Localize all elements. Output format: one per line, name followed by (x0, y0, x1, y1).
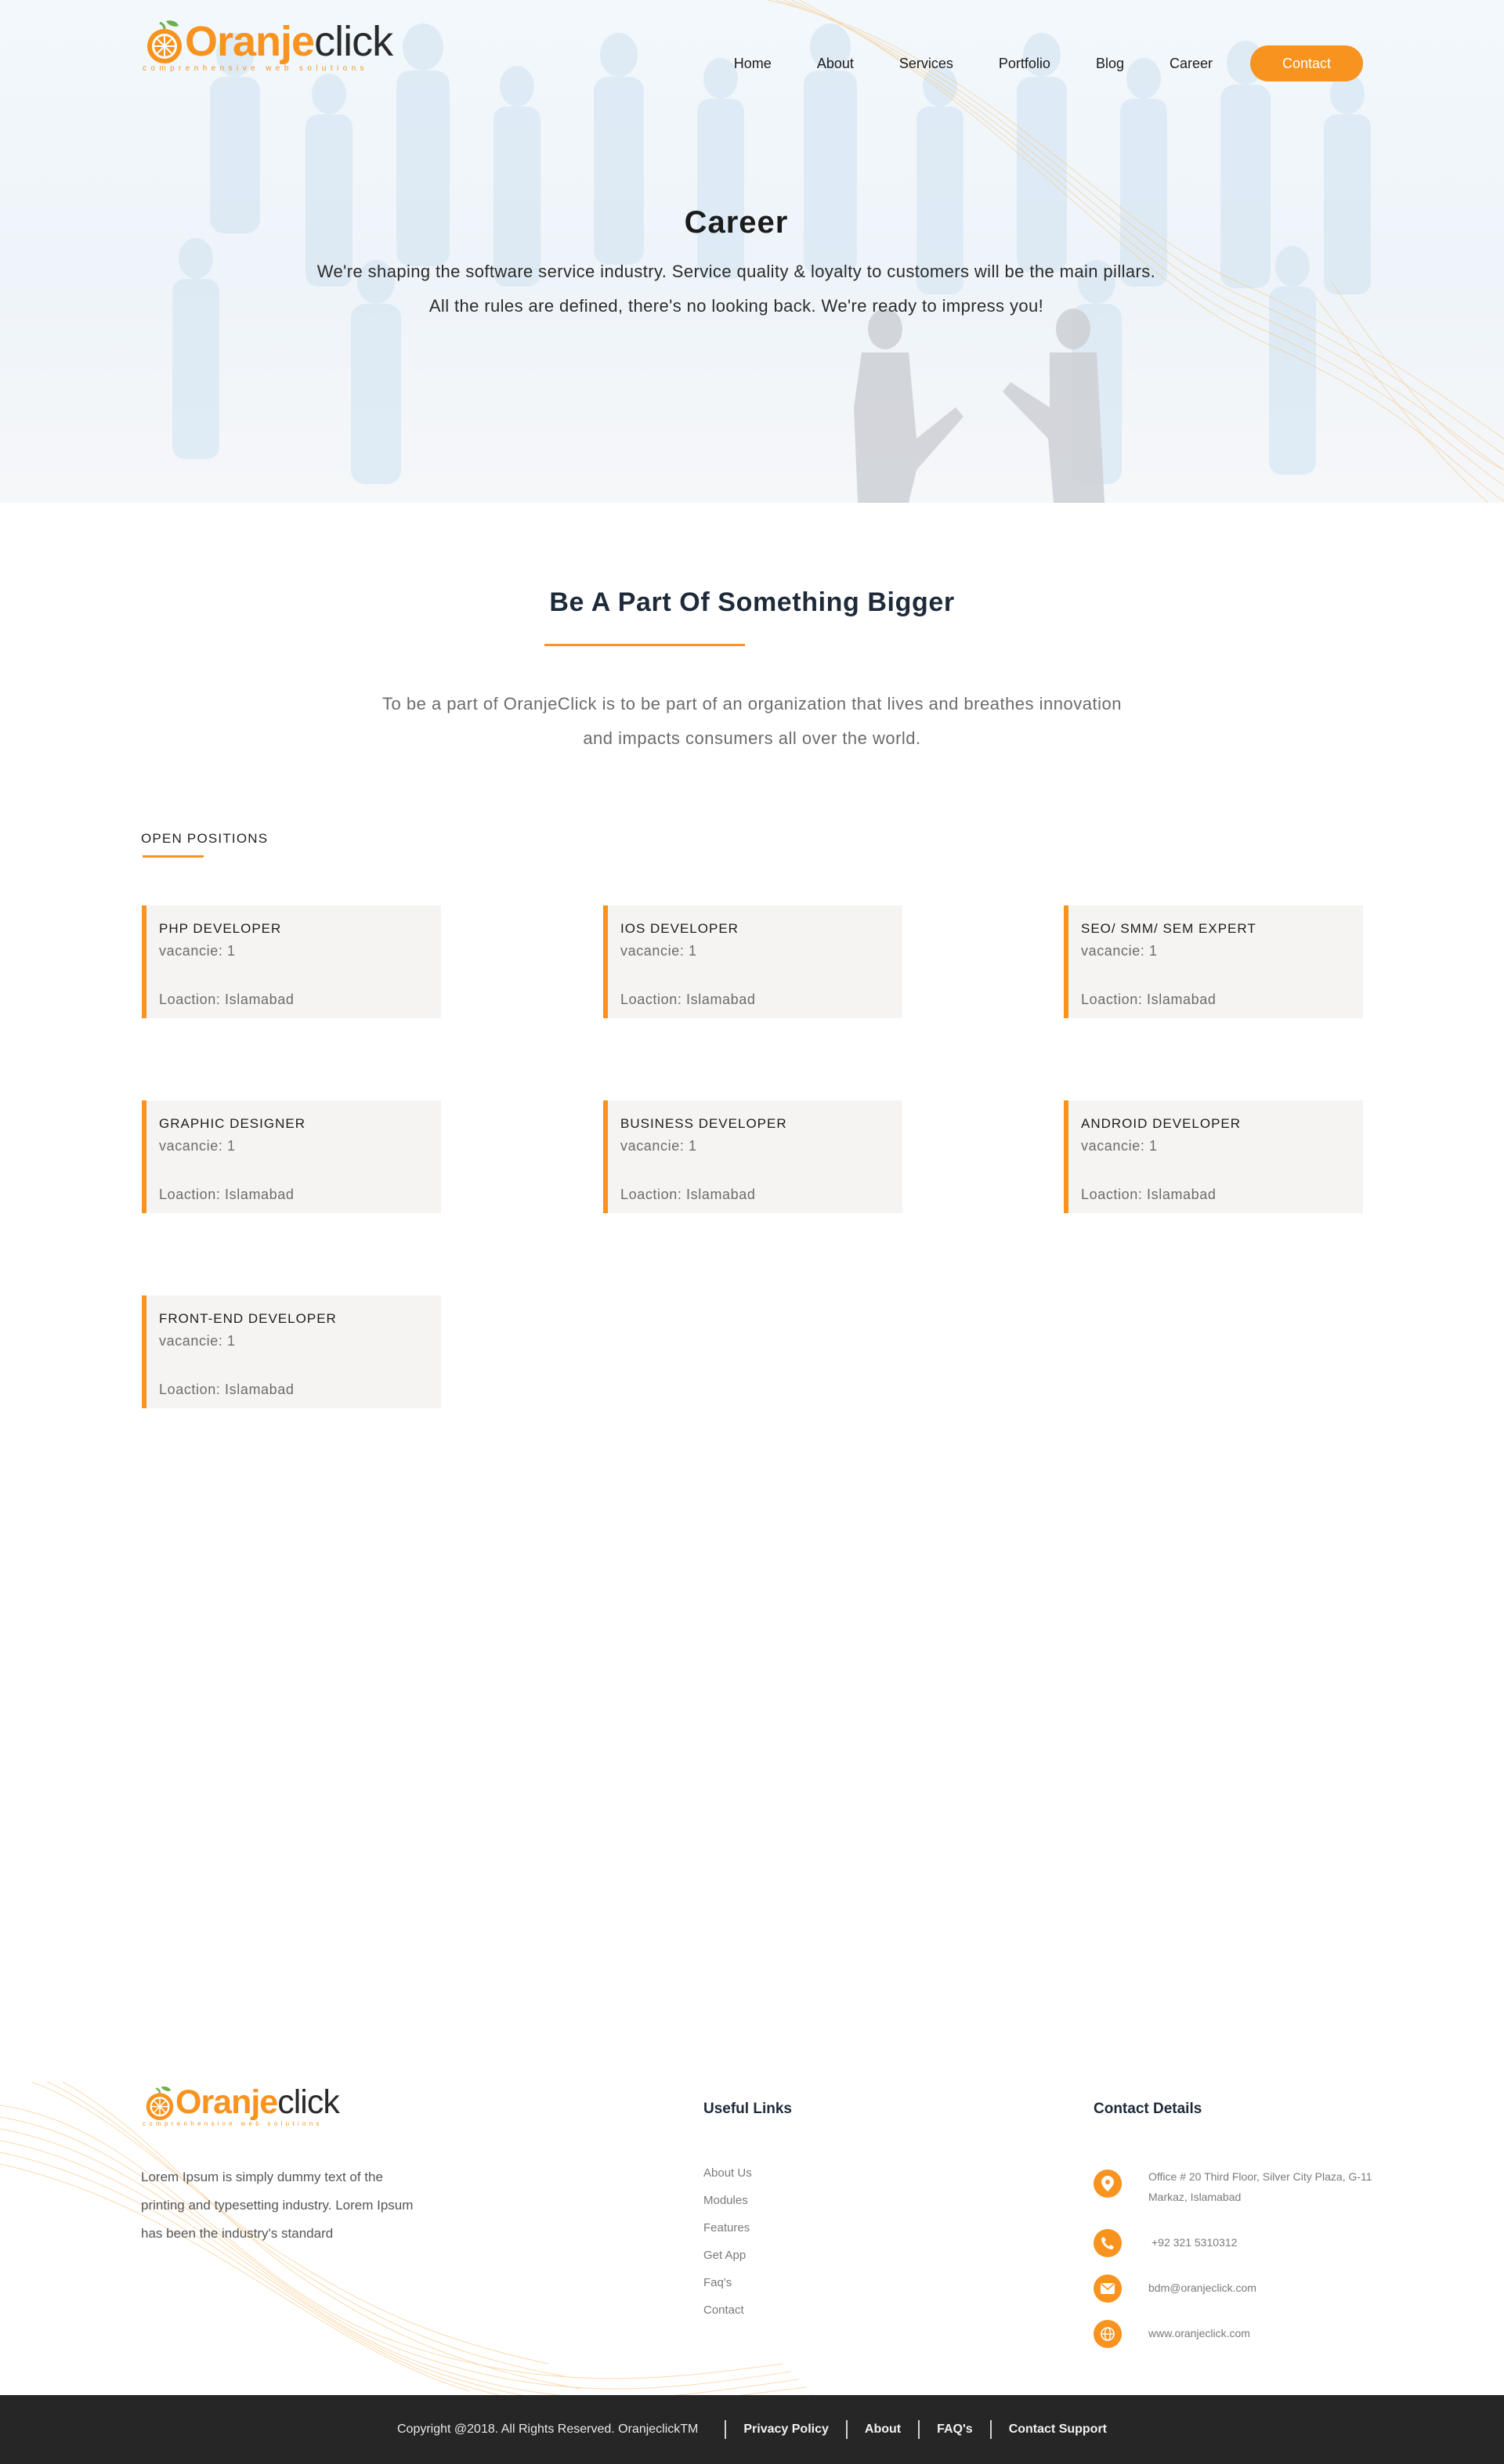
position-location: Loaction: Islamabad (620, 1187, 756, 1202)
position-title: GRAPHIC DESIGNER (159, 1116, 306, 1131)
position-location: Loaction: Islamabad (159, 1382, 295, 1397)
position-title: IOS DEVELOPER (620, 921, 739, 936)
position-vacancy: vacancie: 1 (159, 1138, 236, 1154)
contact-website-text[interactable]: www.oranjeclick.com (1148, 2323, 1250, 2343)
footer-brand-logo[interactable]: Oranjeclick comprenhensive web solutions (143, 2083, 340, 2127)
footer-link-contact[interactable]: Contact (703, 2303, 752, 2331)
about-link[interactable]: About (865, 2422, 901, 2437)
contact-button[interactable]: Contact (1250, 45, 1363, 81)
position-title: PHP DEVELOPER (159, 921, 282, 936)
position-title: SEO/ SMM/ SEM EXPERT (1081, 921, 1256, 936)
nav-blog[interactable]: Blog (1096, 56, 1124, 72)
hero-subtitle-line-2: All the rules are defined, there's no lo… (428, 296, 1044, 316)
open-positions-underline (143, 855, 204, 858)
location-pin-icon (1094, 2170, 1122, 2198)
contact-website: www.oranjeclick.com (1094, 2320, 1250, 2348)
useful-links-list: About Us Modules Features Get App Faq's … (703, 2166, 752, 2331)
orange-logo-icon (146, 2086, 174, 2120)
nav-home[interactable]: Home (734, 56, 772, 72)
divider (845, 2420, 848, 2439)
intro-line-1: To be a part of OranjeClick is to be par… (382, 694, 1122, 714)
contact-address: Office # 20 Third Floor, Silver City Pla… (1094, 2170, 1383, 2207)
position-title: BUSINESS DEVELOPER (620, 1116, 787, 1131)
nav-about[interactable]: About (817, 56, 854, 72)
position-card[interactable]: ANDROID DEVELOPER vacancie: 1 Loaction: … (1064, 1100, 1363, 1213)
footer-link-faqs[interactable]: Faq's (703, 2276, 752, 2303)
position-location: Loaction: Islamabad (159, 992, 295, 1007)
position-title: ANDROID DEVELOPER (1081, 1116, 1242, 1131)
position-location: Loaction: Islamabad (620, 992, 756, 1007)
globe-icon (1094, 2320, 1122, 2348)
position-vacancy: vacancie: 1 (1081, 943, 1158, 959)
footer-link-modules[interactable]: Modules (703, 2194, 752, 2221)
hero-subtitle-line-1: We're shaping the software service indus… (316, 262, 1156, 281)
brand-name-orange: Oranje (175, 2083, 278, 2121)
position-card[interactable]: FRONT-END DEVELOPER vacancie: 1 Loaction… (142, 1295, 441, 1408)
divider (918, 2420, 920, 2439)
divider (989, 2420, 992, 2439)
position-card[interactable]: IOS DEVELOPER vacancie: 1 Loaction: Isla… (603, 905, 902, 1018)
brand-tagline: comprenhensive web solutions (143, 64, 368, 73)
mail-icon (1094, 2274, 1122, 2303)
section-title: Be A Part Of Something Bigger (549, 587, 955, 617)
brand-name-orange: Oranje (185, 18, 315, 65)
position-location: Loaction: Islamabad (1081, 992, 1217, 1007)
main-nav: Home About Services Portfolio Blog Caree… (734, 45, 1363, 81)
brand-tagline: comprenhensive web solutions (143, 2120, 323, 2127)
open-positions-heading: OPEN POSITIONS (141, 831, 269, 846)
divider (725, 2420, 727, 2439)
position-title: FRONT-END DEVELOPER (159, 1311, 337, 1326)
bottom-bar: Copyright @2018. All Rights Reserved. Or… (0, 2395, 1504, 2464)
nav-portfolio[interactable]: Portfolio (999, 56, 1050, 72)
footer-about-text: Lorem Ipsum is simply dummy text of the … (141, 2170, 414, 2241)
position-vacancy: vacancie: 1 (620, 943, 697, 959)
intro-line-2: and impacts consumers all over the world… (583, 728, 921, 748)
hero-banner: Oranjeclick comprenhensive web solutions… (0, 0, 1504, 503)
position-card[interactable]: GRAPHIC DESIGNER vacancie: 1 Loaction: I… (142, 1100, 441, 1213)
footer-link-get-app[interactable]: Get App (703, 2249, 752, 2276)
footer-link-features[interactable]: Features (703, 2221, 752, 2249)
contact-phone: +92 321 5310312 (1094, 2229, 1237, 2257)
contact-details-heading: Contact Details (1094, 2101, 1202, 2117)
nav-services[interactable]: Services (899, 56, 953, 72)
contact-email: bdm@oranjeclick.com (1094, 2274, 1256, 2303)
brand-name-dark: click (314, 18, 393, 65)
orange-logo-icon (147, 20, 182, 63)
contact-address-text: Office # 20 Third Floor, Silver City Pla… (1148, 2170, 1372, 2203)
position-location: Loaction: Islamabad (1081, 1187, 1217, 1202)
position-card[interactable]: BUSINESS DEVELOPER vacancie: 1 Loaction:… (603, 1100, 902, 1213)
section-title-underline (544, 644, 745, 646)
footer-link-about-us[interactable]: About Us (703, 2166, 752, 2194)
phone-icon (1094, 2229, 1122, 2257)
brand-logo[interactable]: Oranjeclick comprenhensive web solutions (143, 17, 393, 73)
position-vacancy: vacancie: 1 (1081, 1138, 1158, 1154)
nav-career[interactable]: Career (1170, 56, 1213, 72)
brand-name-dark: click (277, 2083, 340, 2121)
position-vacancy: vacancie: 1 (159, 943, 236, 959)
position-card[interactable]: SEO/ SMM/ SEM EXPERT vacancie: 1 Loactio… (1064, 905, 1363, 1018)
useful-links-heading: Useful Links (703, 2101, 792, 2117)
contact-email-text[interactable]: bdm@oranjeclick.com (1148, 2278, 1256, 2298)
position-location: Loaction: Islamabad (159, 1187, 295, 1202)
contact-phone-text[interactable]: +92 321 5310312 (1152, 2232, 1237, 2253)
contact-support-link[interactable]: Contact Support (1009, 2422, 1107, 2437)
position-vacancy: vacancie: 1 (620, 1138, 697, 1154)
hero-title: Career (684, 205, 789, 240)
copyright-text: Copyright @2018. All Rights Reserved. Or… (396, 2422, 699, 2436)
faqs-link[interactable]: FAQ's (937, 2422, 973, 2437)
position-card[interactable]: PHP DEVELOPER vacancie: 1 Loaction: Isla… (142, 905, 441, 1018)
position-vacancy: vacancie: 1 (159, 1333, 236, 1349)
privacy-policy-link[interactable]: Privacy Policy (743, 2422, 829, 2437)
